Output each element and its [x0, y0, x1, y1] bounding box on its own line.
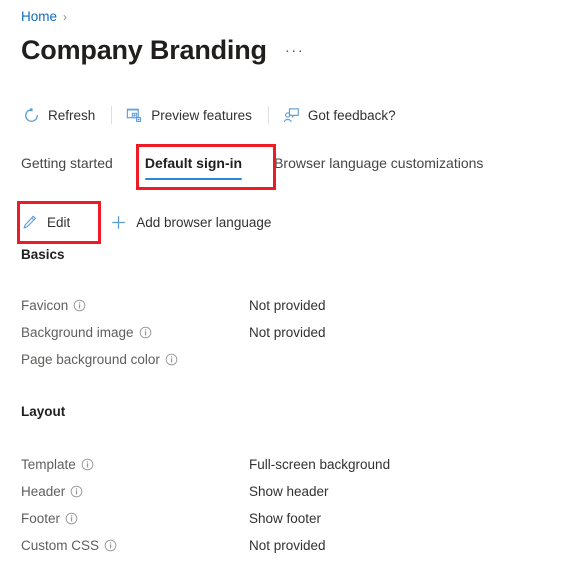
section-heading-basics: Basics [21, 247, 65, 262]
info-icon[interactable] [70, 485, 83, 498]
info-icon[interactable] [165, 353, 178, 366]
add-browser-language-button[interactable]: Add browser language [90, 208, 271, 236]
favicon-value: Not provided [249, 298, 326, 313]
background-image-label: Background image [21, 325, 134, 340]
feedback-icon [283, 107, 300, 124]
template-value: Full-screen background [249, 457, 391, 472]
custom-css-value: Not provided [249, 538, 326, 553]
tab-browser-language-customizations[interactable]: Browser language customizations [258, 153, 499, 182]
property-label: Footer [21, 511, 249, 526]
refresh-icon [23, 107, 40, 124]
info-icon[interactable] [73, 299, 86, 312]
property-label: Template [21, 457, 249, 472]
preview-features-icon [126, 107, 143, 124]
page-header: Company Branding ··· [21, 33, 304, 67]
command-separator [267, 106, 269, 124]
footer-value: Show footer [249, 511, 322, 526]
property-label: Page background color [21, 352, 249, 367]
property-label: Background image [21, 325, 249, 340]
preview-features-label: Preview features [151, 107, 252, 123]
breadcrumb: Home › [21, 8, 67, 26]
action-bar: Edit Add browser language [21, 208, 271, 236]
info-icon[interactable] [81, 458, 94, 471]
tab-getting-started[interactable]: Getting started [21, 153, 129, 182]
add-browser-language-label: Add browser language [136, 214, 272, 230]
refresh-label: Refresh [48, 107, 96, 123]
property-row-header: Header Show header [21, 480, 390, 503]
template-label: Template [21, 457, 76, 472]
command-separator [111, 106, 113, 124]
background-image-value: Not provided [249, 325, 326, 340]
edit-button[interactable]: Edit [21, 208, 90, 236]
property-row-custom-css: Custom CSS Not provided [21, 534, 390, 557]
edit-label: Edit [47, 214, 71, 230]
got-feedback-label: Got feedback? [307, 107, 396, 123]
breadcrumb-link-home[interactable]: Home [21, 8, 57, 26]
page-background-color-label: Page background color [21, 352, 160, 367]
page-title: Company Branding [21, 35, 267, 65]
property-row-background-image: Background image Not provided [21, 321, 326, 344]
property-label: Custom CSS [21, 538, 249, 553]
favicon-label: Favicon [21, 298, 69, 313]
tab-list: Getting started Default sign-in Browser … [21, 153, 499, 182]
property-label: Header [21, 484, 249, 499]
property-row-favicon: Favicon Not provided [21, 294, 326, 317]
more-options-icon[interactable]: ··· [285, 38, 305, 67]
header-label: Header [21, 484, 66, 499]
info-icon[interactable] [65, 512, 78, 525]
pencil-icon [21, 214, 38, 231]
property-row-footer: Footer Show footer [21, 507, 390, 530]
basics-property-list: Favicon Not provided Background image No… [21, 294, 326, 375]
property-row-page-background-color: Page background color [21, 348, 326, 371]
custom-css-label: Custom CSS [21, 538, 100, 553]
refresh-button[interactable]: Refresh [21, 100, 107, 130]
layout-property-list: Template Full-screen background Header S… [21, 453, 390, 561]
tab-default-sign-in[interactable]: Default sign-in [129, 153, 258, 182]
property-label: Favicon [21, 298, 249, 313]
chevron-right-icon: › [63, 10, 68, 24]
footer-label: Footer [21, 511, 61, 526]
section-heading-layout: Layout [21, 404, 66, 419]
preview-features-button[interactable]: Preview features [124, 100, 264, 130]
info-icon[interactable] [139, 326, 152, 339]
command-bar: Refresh Preview features Got feedback? [21, 100, 408, 130]
info-icon[interactable] [104, 539, 117, 552]
got-feedback-button[interactable]: Got feedback? [281, 100, 408, 130]
property-row-template: Template Full-screen background [21, 453, 390, 476]
plus-icon [110, 214, 127, 231]
header-value: Show header [249, 484, 329, 499]
